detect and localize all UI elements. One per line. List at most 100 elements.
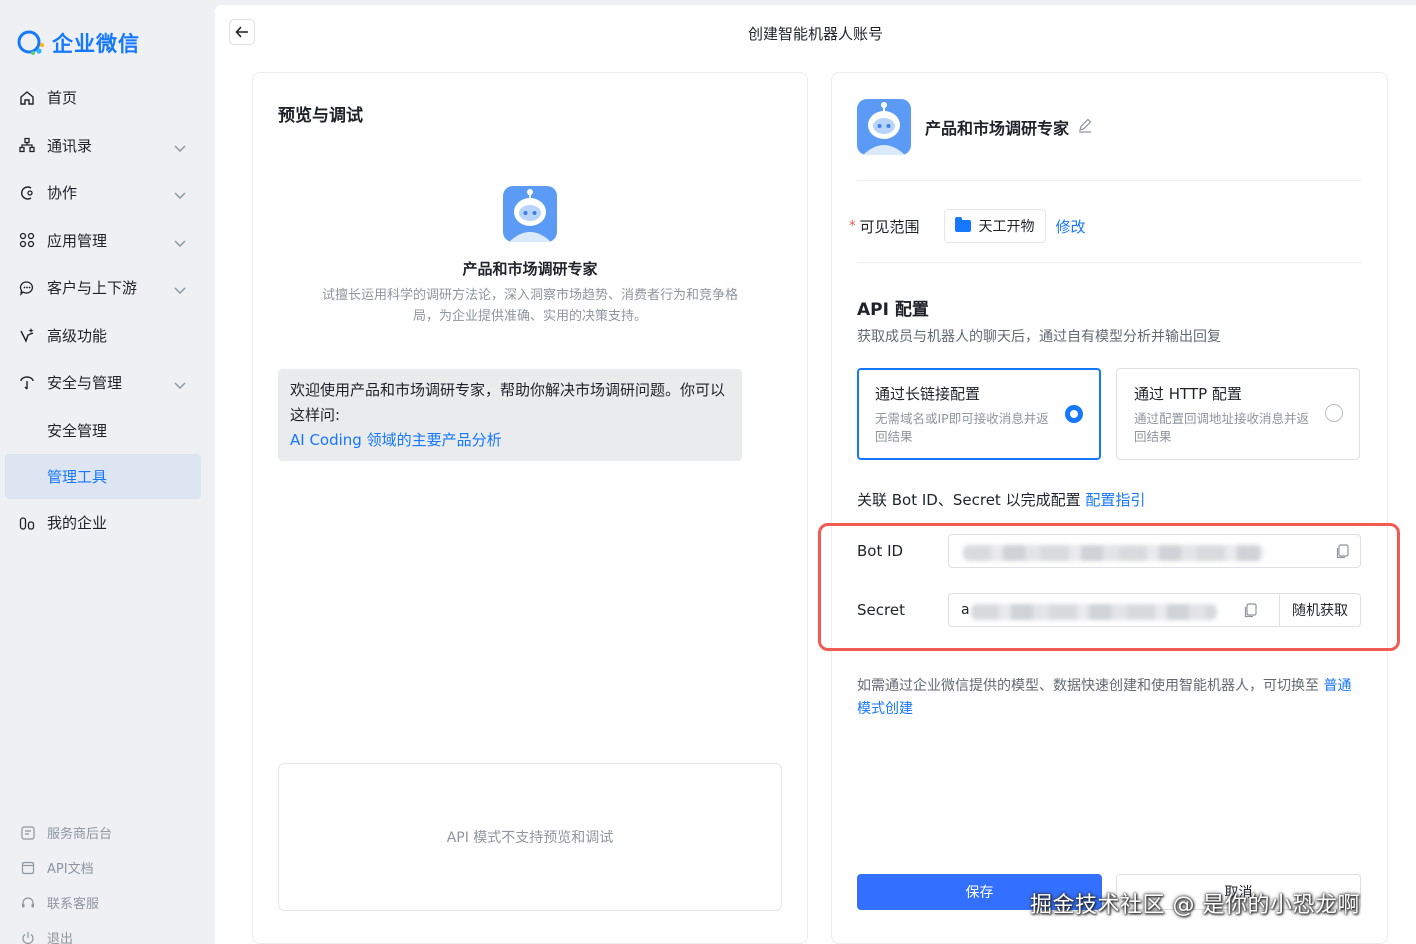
chevron-down-icon <box>174 186 186 204</box>
config-bot-name: 产品和市场调研专家 <box>925 119 1070 138</box>
option-title: 通过 HTTP 配置 <box>1134 385 1242 403</box>
footer-item-provider-console[interactable]: 服务商后台 <box>0 815 214 850</box>
secret-input[interactable]: a 随机获取 <box>948 593 1361 627</box>
chevron-down-icon <box>174 139 186 157</box>
secret-label: Secret <box>857 601 905 619</box>
welcome-text: 欢迎使用产品和市场调研专家，帮助你解决市场调研问题。你可以这样问: <box>290 381 726 424</box>
home-icon <box>18 89 36 107</box>
preview-title: 预览与调试 <box>278 106 363 126</box>
option-long-connection[interactable]: 通过长链接配置 无需域名或IP即可接收消息并返回结果 <box>857 368 1101 460</box>
collab-icon <box>18 184 36 202</box>
sidebar-item-label: 我的企业 <box>47 514 108 533</box>
welcome-message: 欢迎使用产品和市场调研专家，帮助你解决市场调研问题。你可以这样问: AI Cod… <box>278 369 742 461</box>
watermark: 掘金技术社区 @ 是你的小恐龙啊 <box>1030 893 1360 918</box>
bot-avatar-icon[interactable] <box>857 99 911 155</box>
redacted-value <box>971 604 1217 620</box>
option-http[interactable]: 通过 HTTP 配置 通过配置回调地址接收消息并返回结果 <box>1116 368 1360 460</box>
config-guide-link[interactable]: 配置指引 <box>1085 491 1145 509</box>
radio-selected[interactable] <box>1065 405 1083 423</box>
secret-prefix: a <box>961 602 970 618</box>
chat-bubble-icon <box>18 279 36 297</box>
bot-id-input[interactable] <box>948 534 1361 568</box>
preview-unsupported-text: API 模式不支持预览和调试 <box>446 830 614 846</box>
footer-item-label: 服务商后台 <box>47 827 113 842</box>
scope-tag: 天工开物 <box>943 209 1046 243</box>
bot-description: 试擅长运用科学的调研方法论，深入洞察市场趋势、消费者行为和竞争格局，为企业提供准… <box>321 288 738 324</box>
shield-icon <box>18 374 36 392</box>
scope-label: 可见范围 <box>859 217 920 236</box>
footer-item-label: 联系客服 <box>47 897 100 912</box>
sidebar-item-security-admin[interactable]: 安全与管理 <box>0 359 214 407</box>
sidebar-item-security-management[interactable]: 安全管理 <box>0 407 214 455</box>
bot-name: 产品和市场调研专家 <box>462 260 598 278</box>
edit-pencil-icon[interactable] <box>1077 117 1093 137</box>
folder-icon <box>954 217 971 232</box>
mode-switch-note: 如需通过企业微信提供的模型、数据快速创建和使用智能机器人，可切换至 普通模式创建 <box>857 675 1357 721</box>
footer-item-logout[interactable]: 退出 <box>0 920 214 944</box>
bind-instruction: 关联 Bot ID、Secret 以完成配置 配置指引 <box>857 489 1145 510</box>
sidebar-item-collab[interactable]: 协作 <box>0 169 214 217</box>
power-icon <box>20 930 36 944</box>
headset-icon <box>20 895 36 911</box>
option-desc: 无需域名或IP即可接收消息并返回结果 <box>875 411 1049 444</box>
footer-item-label: API文档 <box>47 862 94 877</box>
logo[interactable]: 企业微信 <box>16 28 140 58</box>
option-desc: 通过配置回调地址接收消息并返回结果 <box>1134 411 1310 444</box>
preview-panel: 预览与调试 产品和市场调研专家 试擅长运用科学的调研方法论，深入洞察市场趋势、消… <box>252 72 808 944</box>
required-mark: * <box>849 218 856 234</box>
copy-icon[interactable] <box>1244 603 1258 622</box>
visibility-scope-row: * 可见范围 天工开物 修改 <box>849 209 1086 243</box>
api-config-title: API 配置 <box>857 300 929 320</box>
redacted-value <box>963 545 1263 561</box>
footer-item-api-docs[interactable]: API文档 <box>0 850 214 885</box>
scope-modify-link[interactable]: 修改 <box>1056 216 1086 237</box>
sidebar-footer: 服务商后台 API文档 联系客服 退出 <box>0 815 214 944</box>
apps-icon <box>18 231 36 249</box>
option-title: 通过长链接配置 <box>875 385 981 403</box>
footer-item-support[interactable]: 联系客服 <box>0 885 214 920</box>
logo-text: 企业微信 <box>52 32 140 56</box>
sidebar-item-apps[interactable]: 应用管理 <box>0 217 214 265</box>
random-generate-button[interactable]: 随机获取 <box>1279 594 1360 626</box>
console-icon <box>20 825 36 841</box>
sidebar-item-label: 协作 <box>47 184 78 203</box>
bot-avatar-icon <box>503 186 557 242</box>
wecom-logo-icon <box>16 29 46 57</box>
sidebar-item-label: 管理工具 <box>47 468 108 486</box>
sidebar-item-label: 安全管理 <box>47 421 108 440</box>
main-content: 创建智能机器人账号 预览与调试 产品和市场调研专家 试擅长运用科学的调研方法论，… <box>215 5 1416 944</box>
org-chart-icon <box>18 136 36 154</box>
sidebar-item-my-company[interactable]: 我的企业 <box>0 499 214 547</box>
scope-value: 天工开物 <box>978 219 1035 235</box>
footer-item-label: 退出 <box>47 932 74 944</box>
sidebar-item-label: 高级功能 <box>47 326 108 345</box>
bind-text: 关联 Bot ID、Secret 以完成配置 <box>857 491 1081 509</box>
api-config-subtitle: 获取成员与机器人的聊天后，通过自有模型分析并输出回复 <box>857 329 1221 345</box>
building-icon <box>18 514 36 532</box>
chevron-down-icon <box>174 234 186 252</box>
bot-id-label: Bot ID <box>857 542 904 560</box>
sidebar-item-home[interactable]: 首页 <box>0 74 214 122</box>
sidebar-item-contacts[interactable]: 通讯录 <box>0 122 214 170</box>
divider <box>857 180 1361 181</box>
sparkle-icon <box>18 326 36 344</box>
divider <box>857 262 1361 263</box>
sidebar-nav: 首页 通讯录 协作 应用管理 客户与上下游 高级功能 安全与管理 安全管理 管理… <box>0 74 214 547</box>
config-panel: 产品和市场调研专家 * 可见范围 天工开物 修改 API 配置 获取成员与机器人… <box>818 72 1400 944</box>
page-title: 创建智能机器人账号 <box>747 25 883 43</box>
suggested-question-link[interactable]: AI Coding 领域的主要产品分析 <box>290 428 730 453</box>
copy-icon[interactable] <box>1336 544 1350 563</box>
sidebar-item-label: 通讯录 <box>47 136 93 155</box>
sidebar-item-label: 客户与上下游 <box>47 279 138 298</box>
note-text: 如需通过企业微信提供的模型、数据快速创建和使用智能机器人，可切换至 <box>857 678 1319 694</box>
sidebar-item-advanced[interactable]: 高级功能 <box>0 312 214 360</box>
config-header: 产品和市场调研专家 <box>857 99 1093 155</box>
sidebar-item-label: 安全与管理 <box>47 374 123 393</box>
sidebar-item-customers[interactable]: 客户与上下游 <box>0 264 214 312</box>
sidebar: 企业微信 首页 通讯录 协作 应用管理 客户与上下游 高级功能 安全与管理 安全… <box>0 0 214 944</box>
chevron-down-icon <box>174 281 186 299</box>
sidebar-item-admin-tools[interactable]: 管理工具 <box>5 454 201 499</box>
preview-unsupported-box: API 模式不支持预览和调试 <box>278 763 782 911</box>
chevron-down-icon <box>174 376 186 394</box>
radio-unselected[interactable] <box>1325 404 1343 422</box>
